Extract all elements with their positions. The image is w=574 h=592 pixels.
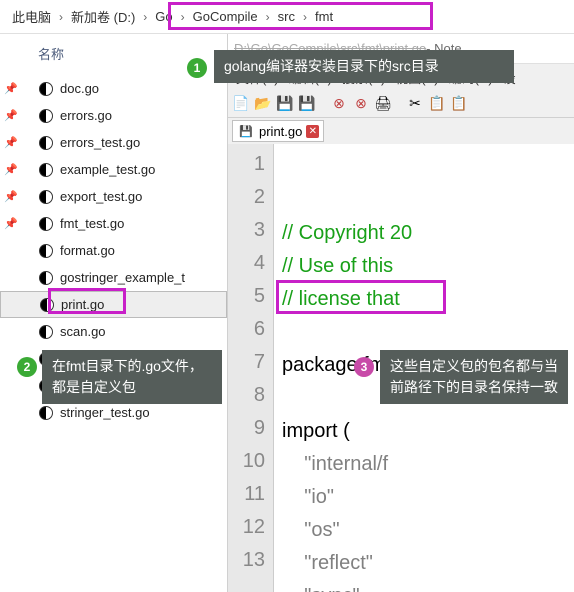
go-file-icon bbox=[38, 405, 54, 421]
annotation-1: golang编译器安装目录下的src目录 bbox=[214, 50, 514, 83]
line-number: 9 bbox=[228, 412, 265, 445]
save-all-icon[interactable]: 💾 bbox=[298, 95, 316, 113]
chevron-right-icon[interactable]: › bbox=[299, 10, 311, 24]
code-line: // license that bbox=[282, 283, 574, 316]
bc-seg[interactable]: Go bbox=[151, 9, 176, 24]
save-icon: 💾 bbox=[237, 122, 255, 140]
go-file-icon bbox=[38, 243, 54, 259]
line-number: 4 bbox=[228, 247, 265, 280]
bc-seg[interactable]: src bbox=[274, 9, 299, 24]
file-name: fmt_test.go bbox=[60, 216, 124, 231]
code-line: "io" bbox=[282, 481, 574, 514]
go-file-icon bbox=[38, 135, 54, 151]
pin-icon: 📌 bbox=[4, 136, 18, 149]
go-file-icon bbox=[38, 81, 54, 97]
file-name: errors.go bbox=[60, 108, 112, 123]
annotation-badge-3: 3 bbox=[354, 357, 374, 377]
file-row[interactable]: 📌 errors.go bbox=[0, 102, 227, 129]
pin-icon: 📌 bbox=[4, 109, 18, 122]
file-row[interactable]: 📌 errors_test.go bbox=[0, 129, 227, 156]
file-row[interactable]: 📌 doc.go bbox=[0, 75, 227, 102]
go-file-icon bbox=[38, 324, 54, 340]
go-file-icon bbox=[38, 189, 54, 205]
breadcrumb: 此电脑 › 新加卷 (D:) › Go › GoCompile › src › … bbox=[0, 0, 574, 34]
file-name: doc.go bbox=[60, 81, 99, 96]
code-line: "os" bbox=[282, 514, 574, 547]
file-row[interactable]: scan.go bbox=[0, 318, 227, 345]
close-icon[interactable]: ⊗ bbox=[330, 95, 348, 113]
close-tab-icon[interactable]: ✕ bbox=[306, 125, 319, 138]
annotation-badge-2: 2 bbox=[17, 357, 37, 377]
paste-icon[interactable]: 📋 bbox=[450, 95, 468, 113]
code-line: "internal/f bbox=[282, 448, 574, 481]
line-gutter: 12345678910111213 bbox=[228, 144, 274, 592]
line-number: 1 bbox=[228, 148, 265, 181]
copy-icon[interactable]: 📋 bbox=[428, 95, 446, 113]
bc-seg[interactable]: GoCompile bbox=[189, 9, 262, 24]
pin-icon: 📌 bbox=[4, 163, 18, 176]
go-file-icon bbox=[38, 108, 54, 124]
file-name: export_test.go bbox=[60, 189, 142, 204]
tab-label: print.go bbox=[259, 124, 302, 139]
save-icon[interactable]: 💾 bbox=[276, 95, 294, 113]
toolbar: 📄 📂 💾 💾 ⊗ ⊗ 🖨 ✂ 📋 📋 bbox=[228, 90, 574, 118]
annotation-2: 在fmt目录下的.go文件，都是自定义包 bbox=[42, 350, 222, 404]
go-file-icon bbox=[38, 162, 54, 178]
line-number: 7 bbox=[228, 346, 265, 379]
line-number: 12 bbox=[228, 511, 265, 544]
cut-icon[interactable]: ✂ bbox=[406, 95, 424, 113]
chevron-right-icon[interactable]: › bbox=[139, 10, 151, 24]
line-number: 8 bbox=[228, 379, 265, 412]
file-explorer-panel: 名称 📌doc.go📌errors.go📌errors_test.go📌exam… bbox=[0, 34, 228, 592]
chevron-right-icon[interactable]: › bbox=[177, 10, 189, 24]
code-line: // Copyright 20 bbox=[282, 217, 574, 250]
file-name: print.go bbox=[61, 297, 104, 312]
chevron-right-icon[interactable]: › bbox=[262, 10, 274, 24]
line-number: 3 bbox=[228, 214, 265, 247]
file-name: errors_test.go bbox=[60, 135, 140, 150]
code-line: import ( bbox=[282, 415, 574, 448]
file-name: example_test.go bbox=[60, 162, 155, 177]
line-number: 10 bbox=[228, 445, 265, 478]
code-line: "reflect" bbox=[282, 547, 574, 580]
pin-icon: 📌 bbox=[4, 217, 18, 230]
bc-seg[interactable]: 此电脑 bbox=[8, 7, 55, 26]
file-row[interactable]: gostringer_example_t bbox=[0, 264, 227, 291]
file-row[interactable]: 📌 example_test.go bbox=[0, 156, 227, 183]
file-row[interactable]: 📌 fmt_test.go bbox=[0, 210, 227, 237]
print-icon[interactable]: 🖨 bbox=[374, 95, 392, 113]
file-name: gostringer_example_t bbox=[60, 270, 185, 285]
bc-seg[interactable]: fmt bbox=[311, 9, 337, 24]
go-file-icon bbox=[39, 297, 55, 313]
code-line: "sync" bbox=[282, 580, 574, 592]
pin-icon: 📌 bbox=[4, 82, 18, 95]
line-number: 11 bbox=[228, 478, 265, 511]
bc-seg[interactable]: 新加卷 (D:) bbox=[67, 7, 139, 26]
open-file-icon[interactable]: 📂 bbox=[254, 95, 272, 113]
code-line: // Use of this bbox=[282, 250, 574, 283]
code-line bbox=[282, 316, 574, 349]
go-file-icon bbox=[38, 270, 54, 286]
line-number: 2 bbox=[228, 181, 265, 214]
file-row[interactable]: format.go bbox=[0, 237, 227, 264]
new-file-icon[interactable]: 📄 bbox=[232, 95, 250, 113]
annotation-badge-1: 1 bbox=[187, 58, 207, 78]
line-number: 5 bbox=[228, 280, 265, 313]
go-file-icon bbox=[38, 216, 54, 232]
file-row[interactable]: 📌 export_test.go bbox=[0, 183, 227, 210]
pin-icon: 📌 bbox=[4, 190, 18, 203]
close-all-icon[interactable]: ⊗ bbox=[352, 95, 370, 113]
line-number: 13 bbox=[228, 544, 265, 577]
file-name: format.go bbox=[60, 243, 115, 258]
editor-panel: D:\Go\GoCompile\src\fmt\print.go - Note … bbox=[228, 34, 574, 592]
file-name: scan.go bbox=[60, 324, 106, 339]
file-name: stringer_test.go bbox=[60, 405, 150, 420]
editor-tab[interactable]: 💾 print.go ✕ bbox=[232, 120, 324, 142]
annotation-3: 这些自定义包的包名都与当前路径下的目录名保持一致 bbox=[380, 350, 568, 404]
line-number: 6 bbox=[228, 313, 265, 346]
file-row[interactable]: print.go bbox=[0, 291, 227, 318]
tab-bar: 💾 print.go ✕ bbox=[228, 118, 574, 144]
chevron-right-icon[interactable]: › bbox=[55, 10, 67, 24]
